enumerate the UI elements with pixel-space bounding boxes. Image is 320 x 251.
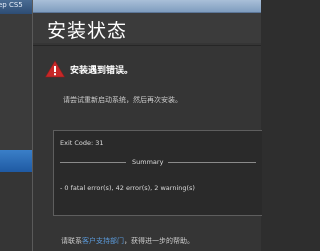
background-window-title: ep CS5 bbox=[0, 1, 23, 9]
error-count-text: - 0 fatal error(s), 42 error(s), 2 warni… bbox=[60, 184, 195, 192]
error-message: 安装遇到错误。 bbox=[70, 66, 134, 76]
customer-support-link[interactable]: 客户支持部门 bbox=[82, 237, 124, 245]
exit-code-text: Exit Code: 31 bbox=[60, 139, 104, 147]
background-window-titlebar: ep CS5 bbox=[0, 0, 32, 14]
background-window: ep CS5 bbox=[0, 0, 32, 251]
install-log-box[interactable]: Exit Code: 31 Summary - 0 fatal error(s)… bbox=[53, 130, 262, 216]
summary-rule-left bbox=[60, 162, 126, 163]
warning-triangle-icon bbox=[45, 60, 65, 78]
summary-rule-right bbox=[168, 162, 256, 163]
support-footer: 请联系客户支持部门，获得进一步的帮助。 bbox=[61, 236, 194, 246]
page-title: 安装状态 bbox=[47, 20, 128, 42]
install-status-dialog: 安装状态 安装遇到错误。 请尝试重新启动系统，然后再次安装。 Exit Code… bbox=[32, 0, 262, 251]
summary-label: Summary bbox=[132, 158, 164, 166]
footer-suffix: ，获得进一步的帮助。 bbox=[124, 237, 194, 245]
header-divider bbox=[33, 45, 261, 46]
background-panel bbox=[0, 172, 32, 251]
restart-hint: 请尝试重新启动系统，然后再次安装。 bbox=[63, 96, 182, 104]
background-selected-panel bbox=[0, 150, 32, 172]
dialog-titlebar[interactable] bbox=[33, 0, 261, 13]
footer-prefix: 请联系 bbox=[61, 237, 82, 245]
summary-divider: Summary bbox=[60, 158, 256, 167]
